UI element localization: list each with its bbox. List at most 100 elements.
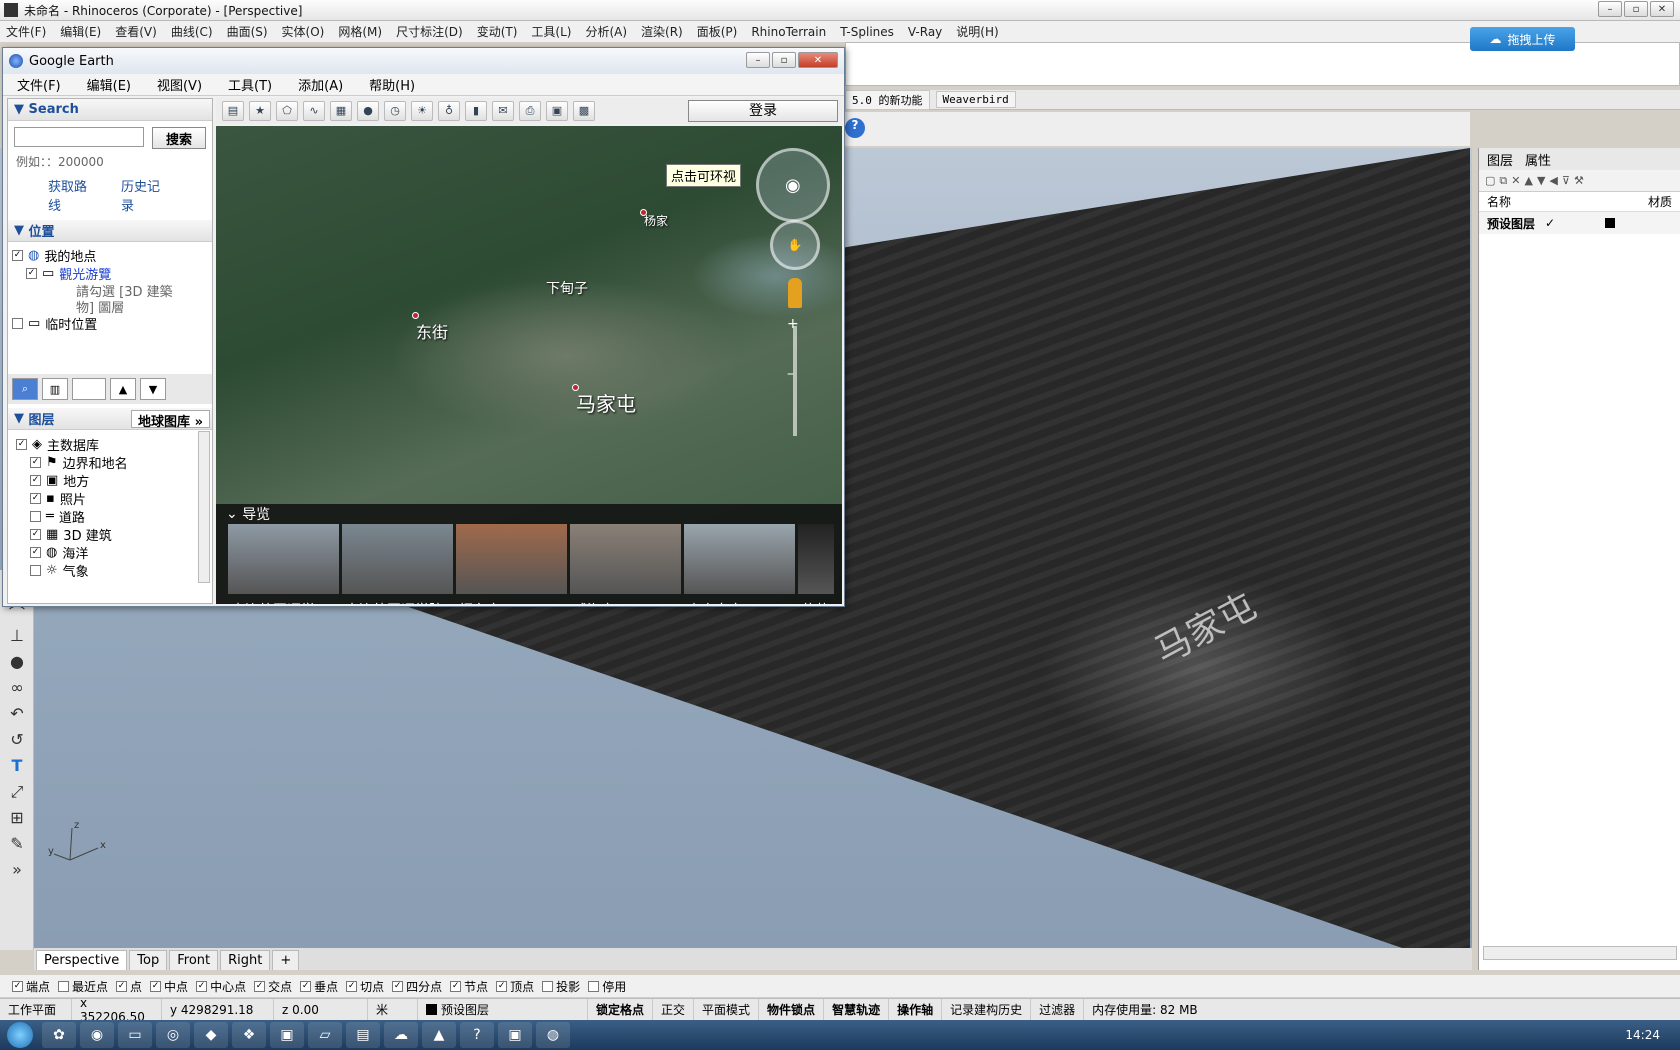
zoom-in-icon[interactable]: + xyxy=(787,316,799,332)
ruler-icon[interactable]: ▮ xyxy=(465,101,487,121)
tour-record-icon[interactable]: ● xyxy=(357,101,379,121)
tour-thumbnail[interactable] xyxy=(228,524,339,596)
panel-toggle-icon[interactable]: ▥ xyxy=(42,378,68,400)
menu-item[interactable]: 曲面(S) xyxy=(227,23,268,40)
cplane-label[interactable]: 工作平面 xyxy=(0,999,72,1020)
menu-item[interactable]: 编辑(E) xyxy=(60,23,101,40)
layer-tree-item[interactable]: ✓ ▪ 照片 xyxy=(12,489,192,508)
new-layer-icon[interactable]: ▢ xyxy=(1485,174,1495,187)
menu-item[interactable]: 分析(A) xyxy=(585,23,627,40)
taskbar-app-icon[interactable]: ◆ xyxy=(194,1022,228,1048)
maximize-button[interactable]: ▫ xyxy=(1624,1,1648,17)
tab-layers[interactable]: 图层 xyxy=(1487,150,1513,169)
taskbar-app-icon[interactable]: ✿ xyxy=(42,1022,76,1048)
tab-perspective[interactable]: Perspective xyxy=(36,950,128,970)
transform-icon[interactable]: ⊥ xyxy=(5,626,29,648)
osnap-checkbox[interactable]: ✓ xyxy=(254,980,266,992)
print-icon[interactable]: ⎙ xyxy=(519,101,541,121)
layer-checkbox[interactable] xyxy=(30,510,41,522)
osnap-checkbox[interactable]: ✓ xyxy=(496,980,508,992)
places-section-header[interactable]: ▼ 位置 xyxy=(8,220,212,242)
tour-thumbnail[interactable] xyxy=(456,524,567,596)
taskbar-app-icon[interactable]: ? xyxy=(460,1022,494,1048)
search-icon[interactable]: ⌕ xyxy=(12,378,38,400)
osnap-checkbox[interactable] xyxy=(542,980,554,992)
ge-menu-item[interactable]: 文件(F) xyxy=(17,75,61,94)
drag-upload-button[interactable]: ☁ 拖拽上传 xyxy=(1470,27,1575,51)
ge-menu-item[interactable]: 视图(V) xyxy=(157,75,202,94)
taskbar-app-icon[interactable]: ◉ xyxy=(80,1022,114,1048)
arc-icon[interactable]: ↶ xyxy=(5,704,29,726)
layer-color-swatch[interactable] xyxy=(1605,218,1616,228)
historical-imagery-icon[interactable]: ◷ xyxy=(384,101,406,121)
gumball-toggle[interactable]: 操作轴 xyxy=(889,999,943,1020)
history-toggle[interactable]: 记录建构历史 xyxy=(942,999,1032,1020)
menu-item[interactable]: 网格(M) xyxy=(338,23,382,40)
osnap-option[interactable]: ✓ 节点 xyxy=(450,978,488,995)
email-icon[interactable]: ✉ xyxy=(492,101,514,121)
folder-icon[interactable]: ▭ xyxy=(118,1022,152,1048)
layer-tree-item[interactable]: ═ 道路 xyxy=(12,507,192,526)
tour-guide-header[interactable]: ⌄ 导览 xyxy=(216,504,842,524)
current-layer-indicator[interactable]: 预设图层 xyxy=(418,999,588,1020)
layer-checkbox[interactable] xyxy=(30,564,41,576)
taskbar-app-icon[interactable]: ▤ xyxy=(346,1022,380,1048)
move-control[interactable]: ✋ xyxy=(770,220,820,270)
save-image-icon[interactable]: ▩ xyxy=(573,101,595,121)
tab-properties[interactable]: 属性 xyxy=(1525,150,1551,169)
ge-menu-item[interactable]: 添加(A) xyxy=(298,75,343,94)
menu-item[interactable]: 尺寸标注(D) xyxy=(396,23,463,40)
login-button[interactable]: 登录 xyxy=(688,100,838,122)
menu-item[interactable]: 文件(F) xyxy=(6,23,46,40)
ge-close-button[interactable]: ✕ xyxy=(798,52,838,68)
layer-tree-item[interactable]: ✓ ▦ 3D 建筑 xyxy=(12,525,192,544)
menu-item[interactable]: 查看(V) xyxy=(115,23,157,40)
look-control[interactable]: ◉ xyxy=(756,148,830,222)
filter-icon[interactable]: ⊽ xyxy=(1562,174,1570,187)
layer-checkbox[interactable]: ✓ xyxy=(30,474,41,486)
blank-slot[interactable] xyxy=(72,378,106,400)
sidebar-toggle-icon[interactable]: ▤ xyxy=(222,101,244,121)
taskbar-app-icon[interactable]: ▲ xyxy=(422,1022,456,1048)
taskbar-app-icon[interactable]: ☁ xyxy=(384,1022,418,1048)
tour-thumbnail[interactable] xyxy=(570,524,681,596)
layer-tree-item[interactable]: ☼ 气象 xyxy=(12,561,192,580)
layer-tree-item[interactable]: ✓ ◈ 主数据库 xyxy=(12,435,192,454)
osnap-option[interactable]: ✓ 中心点 xyxy=(196,978,246,995)
menu-item[interactable]: 变动(T) xyxy=(477,23,518,40)
delete-layer-icon[interactable]: ✕ xyxy=(1511,174,1520,187)
overlay-icon[interactable]: ▦ xyxy=(330,101,352,121)
layer-tree-item[interactable]: ✓ ◍ 海洋 xyxy=(12,543,192,562)
rhino-task-icon[interactable]: ▣ xyxy=(270,1022,304,1048)
taskbar-app-icon[interactable]: ❖ xyxy=(232,1022,266,1048)
menu-item[interactable]: 工具(L) xyxy=(531,23,571,40)
close-button[interactable]: ✕ xyxy=(1650,1,1674,17)
history-link[interactable]: 历史记录 xyxy=(121,176,172,214)
planet-icon[interactable]: ♁ xyxy=(438,101,460,121)
tour-thumbnail[interactable] xyxy=(798,524,834,596)
osnap-option[interactable]: ✓ 切点 xyxy=(346,978,384,995)
text-icon[interactable]: T xyxy=(5,756,29,778)
move-up-icon[interactable]: ▲ xyxy=(110,378,136,400)
placemark-icon[interactable]: ★ xyxy=(249,101,271,121)
move-down-icon[interactable]: ▼ xyxy=(1537,174,1545,187)
planar-toggle[interactable]: 平面模式 xyxy=(694,999,760,1020)
osnap-option[interactable]: ✓ 交点 xyxy=(254,978,292,995)
osnap-option[interactable]: ✓ 中点 xyxy=(150,978,188,995)
menu-item[interactable]: 面板(P) xyxy=(697,23,738,40)
tree-item-sightseeing[interactable]: ✓ ▭ 觀光游覽 xyxy=(12,264,208,283)
osnap-checkbox[interactable]: ✓ xyxy=(300,980,312,992)
osnap-checkbox[interactable] xyxy=(588,980,600,992)
tour-thumbnail[interactable] xyxy=(684,524,795,596)
ge-maximize-button[interactable]: ▫ xyxy=(772,52,796,68)
ge-minimize-button[interactable]: – xyxy=(746,52,770,68)
move-left-icon[interactable]: ◀ xyxy=(1549,174,1557,187)
menu-item[interactable]: 说明(H) xyxy=(956,23,998,40)
menu-item[interactable]: RhinoTerrain xyxy=(751,25,826,39)
search-input[interactable] xyxy=(14,127,144,147)
move-up-icon[interactable]: ▲ xyxy=(1524,174,1532,187)
filter-toggle[interactable]: 过滤器 xyxy=(1031,999,1085,1020)
osnap-checkbox[interactable]: ✓ xyxy=(346,980,358,992)
new-sublayer-icon[interactable]: ⧉ xyxy=(1499,174,1507,188)
layer-checkbox[interactable]: ✓ xyxy=(16,438,27,450)
